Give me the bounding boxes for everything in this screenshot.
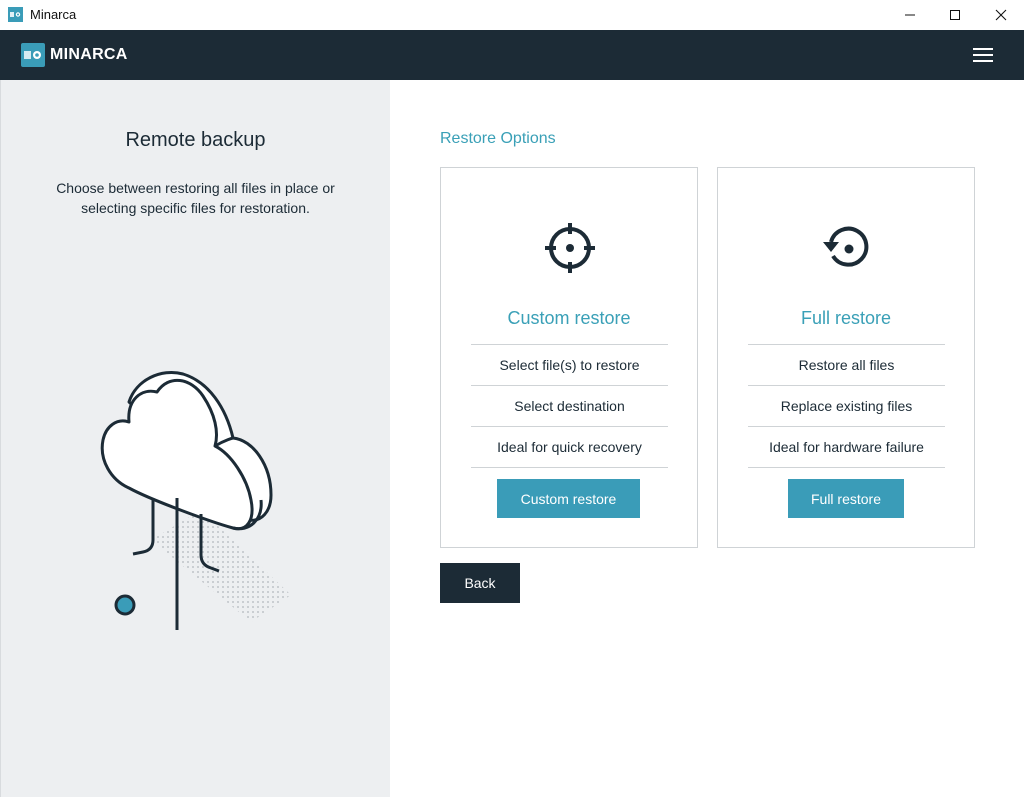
full-restore-title: Full restore [800, 308, 892, 328]
brand-name: MINARCA [50, 46, 128, 63]
maximize-icon [950, 10, 960, 20]
back-button[interactable]: Back [440, 563, 520, 603]
panel-description: Choose between restoring all files in pl… [56, 180, 335, 216]
custom-restore-card: Custom restore Select file(s) to restore… [440, 167, 698, 548]
full-restore-button[interactable]: Full restore [788, 479, 904, 518]
full-restore-features: Restore all files Replace existing files… [748, 344, 945, 468]
minimize-icon [905, 14, 915, 16]
feature-item: Select destination [471, 386, 668, 427]
left-panel: Remote backup Choose between restoring a… [0, 80, 390, 797]
panel-title: Remote backup [125, 129, 266, 151]
app-icon [8, 7, 23, 22]
app-header: MINARCA [0, 30, 1024, 80]
custom-restore-button[interactable]: Custom restore [497, 479, 640, 518]
custom-restore-features: Select file(s) to restore Select destina… [471, 344, 668, 468]
close-button[interactable] [978, 0, 1024, 30]
feature-item: Ideal for quick recovery [471, 427, 668, 468]
minarca-logo-icon [21, 43, 45, 67]
crosshair-icon [545, 223, 595, 273]
history-restore-icon [823, 226, 869, 267]
full-restore-card: Full restore Restore all files Replace e… [717, 167, 975, 548]
window-title: Minarca [30, 7, 77, 22]
feature-item: Select file(s) to restore [471, 345, 668, 386]
cloud-network-illustration [100, 371, 291, 630]
maximize-button[interactable] [932, 0, 978, 30]
minimize-button[interactable] [887, 0, 933, 30]
hamburger-menu-icon[interactable] [971, 46, 995, 64]
close-icon [995, 9, 1007, 21]
feature-item: Ideal for hardware failure [748, 427, 945, 468]
restore-options-heading: Restore Options [440, 130, 556, 147]
custom-restore-title: Custom restore [507, 308, 631, 328]
brand-logo: MINARCA [21, 43, 128, 67]
window-titlebar: Minarca [0, 0, 1024, 30]
feature-item: Replace existing files [748, 386, 945, 427]
feature-item: Restore all files [748, 345, 945, 386]
